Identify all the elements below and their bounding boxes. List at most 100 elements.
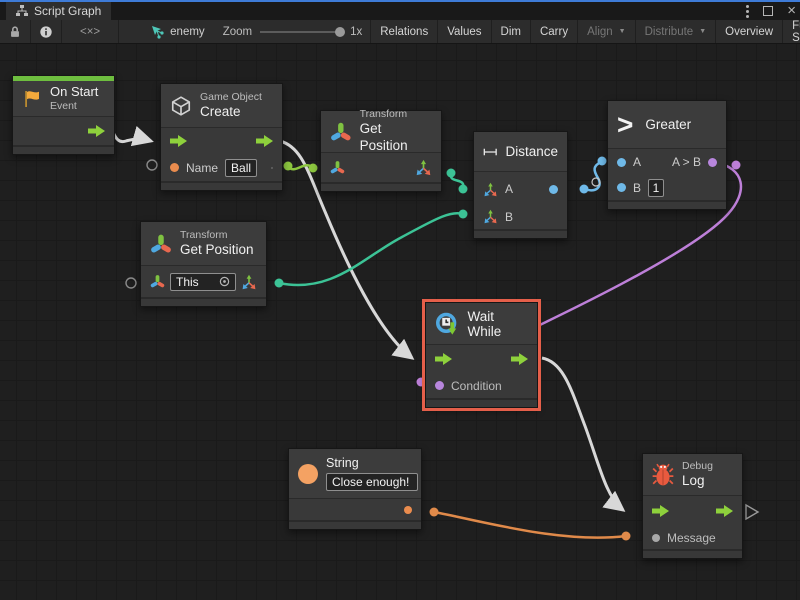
target-value-field[interactable]: This [170,273,236,291]
node-title: Log [682,473,713,490]
graph-toolbar: <×> enemy Zoom 1x Relations Values Dim C… [0,20,800,44]
transform-input-port[interactable] [150,274,165,289]
exec-output-port[interactable] [256,135,273,147]
script-graph-asset-icon [151,25,165,39]
code-view-button[interactable]: <×> [62,20,119,43]
chevron-down-icon: ▼ [699,28,706,35]
tab-script-graph[interactable]: Script Graph [6,2,111,20]
exec-input-port[interactable] [435,353,452,365]
info-button[interactable] [31,20,62,43]
node-distance[interactable]: Distance A B [473,131,568,239]
exec-output-port[interactable] [511,353,528,365]
string-type-icon [298,464,318,484]
string-output-port[interactable] [404,506,412,514]
full-screen-button[interactable]: Full Screen [783,20,800,43]
node-footer [608,201,726,209]
node-footer [321,183,441,191]
exec-input-port[interactable] [652,505,669,517]
tab-title: Script Graph [34,4,101,18]
node-title: Greater [645,117,691,132]
values-button[interactable]: Values [438,20,491,43]
object-picker-icon[interactable] [219,276,230,287]
carry-button[interactable]: Carry [531,20,578,43]
transform-icon [150,233,172,255]
align-dropdown[interactable]: Align▼ [578,20,636,43]
a-input-port[interactable] [617,158,626,167]
name-value-field[interactable]: Ball [225,159,257,177]
node-string-literal[interactable]: String Close enough! [288,448,422,530]
script-graph-window: Script Graph × <×> [0,0,800,600]
wait-clock-icon [435,311,460,337]
node-wait-while[interactable]: Wait While Condition [425,302,538,408]
zoom-slider[interactable] [260,31,342,33]
window-menu-icon[interactable] [746,5,749,18]
node-footer [474,230,567,238]
b-value-field[interactable]: 1 [648,179,664,197]
zoom-control: Zoom 1x [215,20,371,43]
port-label: A [633,155,641,169]
transform-icon [330,121,352,143]
string-value-field[interactable]: Close enough! [326,473,418,491]
node-greater[interactable]: > Greater A A > B B 1 [607,100,727,210]
result-output-port[interactable] [708,158,717,167]
node-subtitle: Game Object [200,91,262,104]
name-input-port[interactable] [170,163,179,172]
node-get-position-1[interactable]: Transform Get Position [320,110,442,192]
transform-input-port[interactable] [330,160,345,175]
node-get-position-2[interactable]: Transform Get Position This [140,221,267,307]
position-output-port[interactable] [241,274,257,290]
dim-button[interactable]: Dim [492,20,531,43]
port-label: Name [186,161,218,175]
distribute-dropdown[interactable]: Distribute▼ [636,20,717,43]
node-title: String [326,456,418,472]
close-icon[interactable]: × [787,6,796,16]
graph-hierarchy-icon [16,5,28,17]
maximize-icon[interactable] [763,6,773,16]
graph-owner-name: enemy [170,26,205,38]
message-input-port[interactable] [652,534,660,542]
node-debug-log[interactable]: Debug Log Message [642,453,743,559]
node-footer [426,399,537,407]
zoom-value: 1x [350,26,362,38]
port-label: Message [667,531,716,545]
node-footer [141,298,266,306]
node-create-gameobject[interactable]: Game Object Create Name Ball [160,83,283,191]
exec-output-port[interactable] [88,125,105,137]
distance-output-port[interactable] [549,185,558,194]
node-title: Get Position [360,121,432,155]
overview-button[interactable]: Overview [716,20,783,43]
vector-b-input-port[interactable] [483,209,498,224]
result-label: A > B [672,155,701,169]
port-label: B [505,210,513,224]
node-footer [161,182,282,190]
position-output-port[interactable] [415,159,432,176]
zoom-slider-handle[interactable] [335,27,345,37]
condition-input-port[interactable] [435,381,444,390]
port-label: Condition [451,379,502,393]
exec-output-port[interactable] [716,505,733,517]
node-title: Create [200,104,262,121]
node-subtitle: Debug [682,460,713,473]
node-title: Distance [505,144,558,159]
node-title: On Start [50,84,98,100]
relations-button[interactable]: Relations [371,20,438,43]
zoom-label: Zoom [223,26,252,38]
node-subtitle: Event [50,100,98,113]
chevron-down-icon: ▼ [619,28,626,35]
node-title: Get Position [180,242,254,259]
cube-icon [170,95,192,117]
info-icon [39,25,53,39]
flag-icon [22,89,42,109]
greater-icon: > [617,111,633,139]
gameobject-output-port[interactable] [271,160,273,176]
b-input-port[interactable] [617,183,626,192]
graph-owner-button[interactable]: enemy [141,20,215,43]
vector-a-input-port[interactable] [483,182,498,197]
exec-input-port[interactable] [170,135,187,147]
node-on-start[interactable]: On Start Event [12,75,115,155]
lock-button[interactable] [0,20,31,43]
node-footer [643,550,742,558]
code-view-icon: <×> [80,26,100,38]
node-footer [13,146,114,154]
port-label: B [633,181,641,195]
